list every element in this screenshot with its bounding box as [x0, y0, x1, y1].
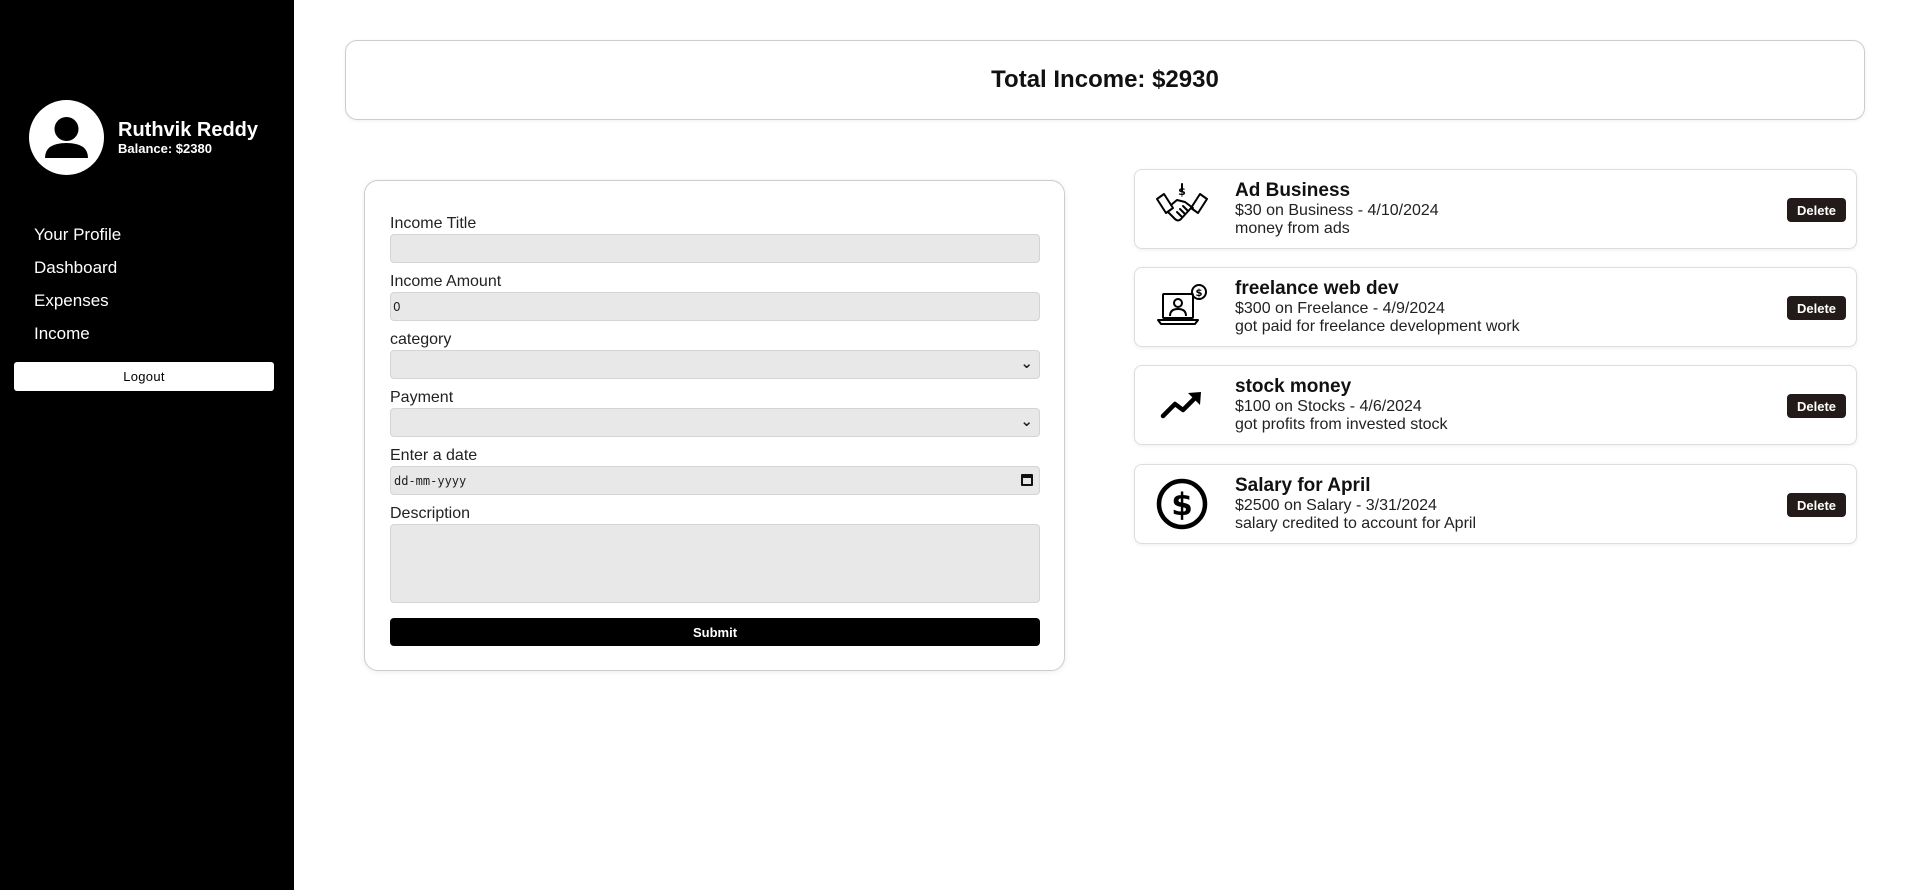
- income-title: Ad Business: [1235, 180, 1351, 201]
- submit-button[interactable]: Submit: [390, 618, 1040, 646]
- income-meta: $100 on Stocks - 4/6/2024: [1235, 398, 1422, 415]
- nav-item-expenses[interactable]: Expenses: [34, 284, 121, 317]
- category-select[interactable]: [390, 350, 1040, 379]
- user-icon: [45, 117, 88, 158]
- income-item: stock money $100 on Stocks - 4/6/2024 go…: [1134, 365, 1857, 445]
- nav-item-your-profile[interactable]: Your Profile: [34, 218, 121, 251]
- date-placeholder: dd-mm-yyyy: [394, 474, 467, 488]
- income-meta: $30 on Business - 4/10/2024: [1235, 202, 1439, 219]
- delete-button[interactable]: Delete: [1787, 394, 1846, 418]
- user-balance: Balance: $2380: [118, 141, 212, 156]
- date-label: Enter a date: [390, 447, 478, 464]
- income-title-input[interactable]: [390, 234, 1040, 263]
- income-title: Salary for April: [1235, 475, 1371, 496]
- income-description: money from ads: [1235, 220, 1350, 237]
- date-input[interactable]: dd-mm-yyyy: [390, 466, 1040, 495]
- delete-button[interactable]: Delete: [1787, 493, 1846, 517]
- category-label: category: [390, 331, 452, 348]
- income-meta: $300 on Freelance - 4/9/2024: [1235, 300, 1445, 317]
- income-amount-label: Income Amount: [390, 273, 502, 290]
- trending-up-icon: [1160, 392, 1201, 419]
- income-meta: $2500 on Salary - 3/31/2024: [1235, 497, 1437, 514]
- add-income-form: Income Title Income Amount 0 category Pa…: [364, 180, 1065, 671]
- income-item: $ Ad Business $30 on Business - 4/10/202…: [1134, 169, 1857, 249]
- delete-button[interactable]: Delete: [1787, 198, 1846, 222]
- income-item: $ Salary for April $2500 on Salary - 3/3…: [1134, 464, 1857, 544]
- income-title-label: Income Title: [390, 215, 477, 232]
- profile-block: Ruthvik Reddy Balance: $2380: [29, 100, 258, 175]
- description-textarea[interactable]: [390, 524, 1040, 603]
- payment-label: Payment: [390, 389, 454, 406]
- income-item: $ freelance web dev $300 on Freelance - …: [1134, 267, 1857, 347]
- handshake-dollar-icon: $: [1156, 183, 1208, 222]
- logout-button[interactable]: Logout: [14, 362, 274, 391]
- income-amount-input[interactable]: 0: [390, 292, 1040, 321]
- income-title: freelance web dev: [1235, 278, 1399, 299]
- nav-item-dashboard[interactable]: Dashboard: [34, 251, 121, 284]
- sidebar: Ruthvik Reddy Balance: $2380 Your Profil…: [0, 0, 294, 890]
- avatar[interactable]: [29, 100, 104, 175]
- sidebar-nav: Your Profile Dashboard Expenses Income: [34, 218, 121, 350]
- payment-select[interactable]: [390, 408, 1040, 437]
- income-description: got paid for freelance development work: [1235, 318, 1520, 335]
- svg-text:$: $: [1178, 185, 1186, 198]
- calendar-icon[interactable]: [1021, 474, 1033, 486]
- total-income-text: Total Income: $2930: [991, 66, 1219, 93]
- income-description: got profits from invested stock: [1235, 416, 1448, 433]
- svg-text:$: $: [1171, 487, 1193, 523]
- profile-text: Ruthvik Reddy Balance: $2380: [118, 119, 258, 156]
- user-name: Ruthvik Reddy: [118, 119, 259, 141]
- laptop-freelancer-icon: $: [1157, 284, 1207, 325]
- description-label: Description: [390, 505, 471, 522]
- total-income-card: Total Income: $2930: [345, 40, 1865, 120]
- income-title: stock money: [1235, 376, 1352, 397]
- income-description: salary credited to account for April: [1235, 515, 1477, 532]
- nav-item-income[interactable]: Income: [34, 317, 121, 350]
- delete-button[interactable]: Delete: [1787, 296, 1846, 320]
- dollar-circle-icon: $: [1156, 478, 1208, 530]
- income-amount-value: 0: [393, 300, 401, 314]
- svg-text:$: $: [1196, 288, 1203, 299]
